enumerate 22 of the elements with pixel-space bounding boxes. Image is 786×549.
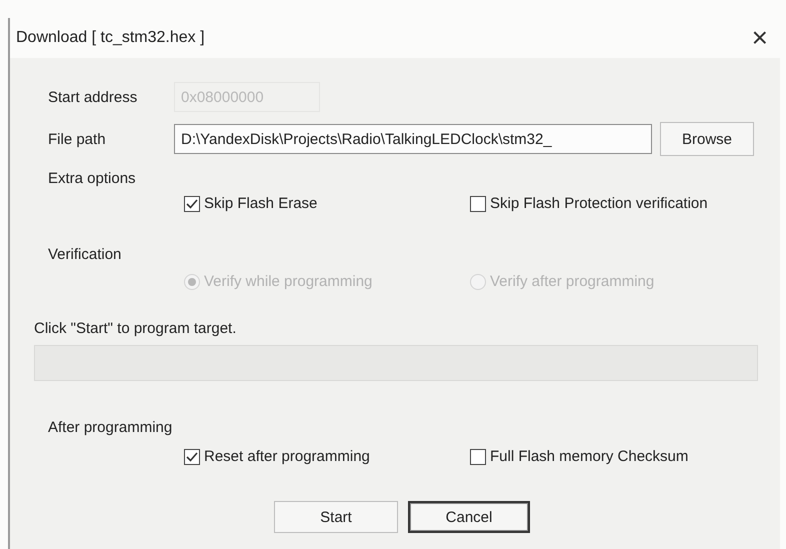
file-path-field[interactable]: D:\YandexDisk\Projects\Radio\TalkingLEDClock\stm32_ (174, 124, 652, 154)
checkbox-label: Skip Flash Protection verification (490, 195, 708, 212)
cancel-button[interactable]: Cancel (408, 501, 530, 533)
window-title: Download [ tc_stm32.hex ] (16, 29, 205, 47)
checkbox[interactable] (184, 196, 200, 212)
status-text: Click "Start" to program target. (34, 320, 236, 337)
checkbox[interactable] (184, 448, 200, 464)
close-button[interactable]: × (746, 24, 774, 52)
radio-label: Verify after programming (490, 273, 654, 290)
section-label: Extra options (48, 170, 136, 187)
section-label: Verification (48, 246, 122, 263)
checkbox[interactable] (470, 448, 486, 464)
field-label: File path (48, 130, 107, 148)
start-button[interactable]: Start (274, 501, 398, 533)
field-label: Start address (48, 88, 138, 106)
radio-label: Verify while programming (204, 273, 372, 290)
section-label: After programming (48, 419, 172, 436)
checkbox-label: Reset after programming (204, 448, 370, 465)
checkbox-label: Skip Flash Erase (204, 195, 318, 212)
checkbox[interactable] (470, 196, 486, 212)
checkbox-label: Full Flash memory Checksum (490, 448, 688, 465)
browse-button[interactable]: Browse (660, 122, 754, 156)
